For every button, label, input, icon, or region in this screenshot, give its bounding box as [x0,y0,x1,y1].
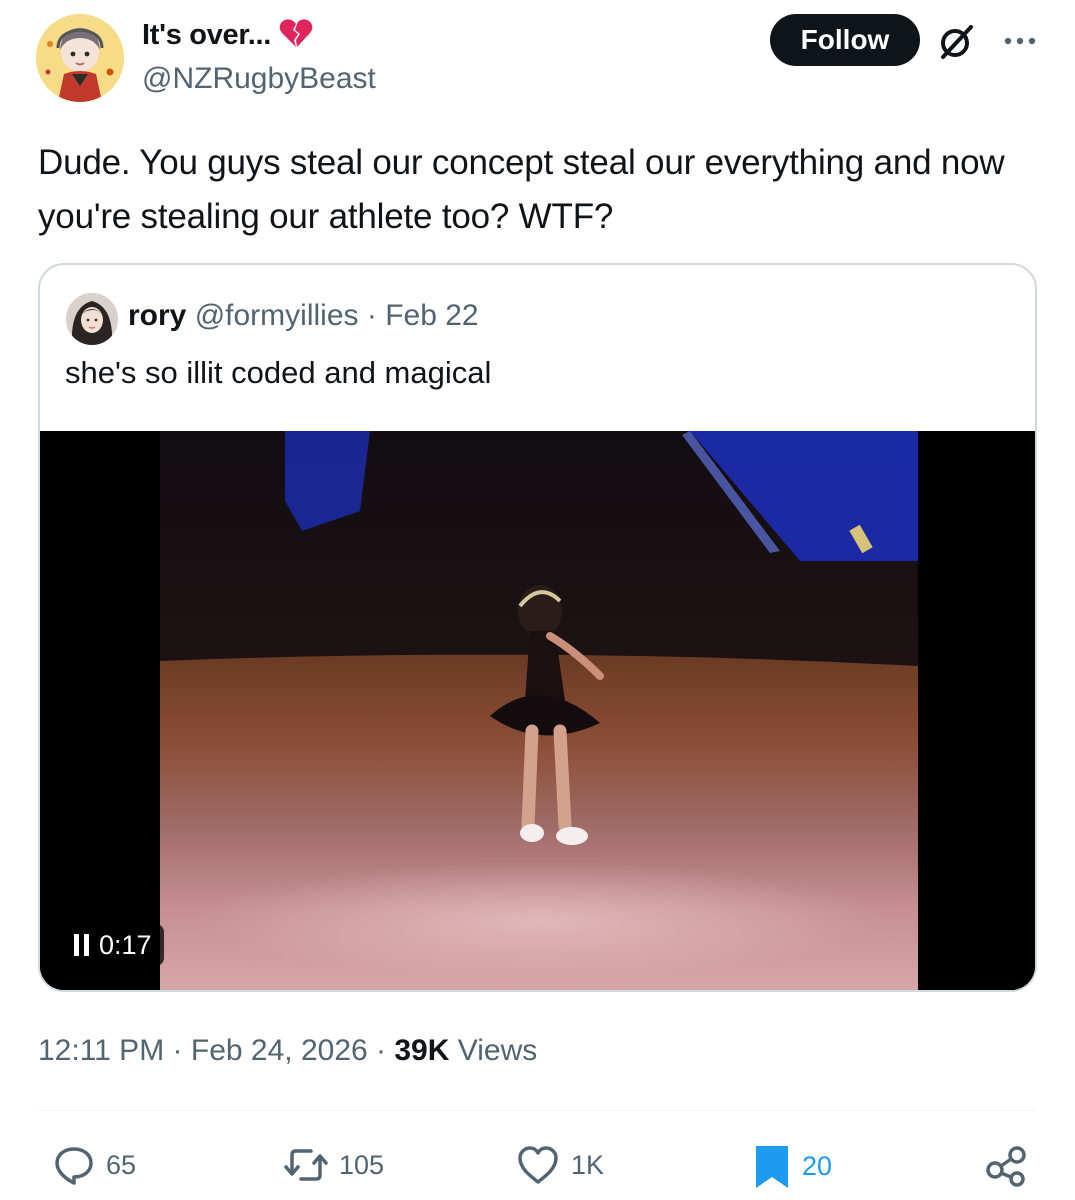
meta-separator: · [376,1034,387,1067]
video-time: 0:17 [99,929,152,960]
bookmark-icon [756,1146,788,1188]
like-button[interactable]: 1K [515,1143,604,1187]
bookmark-count: 20 [802,1150,833,1181]
quote-date[interactable]: Feb 22 [385,299,478,332]
divider [38,1110,1037,1111]
tweet-text: Dude. You guys steal our concept steal o… [38,143,1005,236]
reply-icon [55,1147,93,1185]
author-display-name[interactable]: It's over... [142,19,271,52]
reply-count: 65 [106,1149,137,1180]
author-handle[interactable]: @NZRugbyBeast [142,62,376,96]
grok-icon[interactable] [936,22,976,62]
views-label: Views [457,1034,538,1067]
follow-button[interactable]: Follow [770,14,920,66]
video-frame [40,431,1035,990]
repost-icon [284,1149,328,1181]
like-count: 1K [571,1149,605,1180]
quote-text: she's so illit coded and magical [65,355,492,390]
more-icon[interactable] [1000,26,1040,56]
tweet-meta: 12:11 PM · Feb 24, 2026 · 39K Views [38,1034,537,1068]
like-icon [518,1146,558,1184]
quote-separator: · [366,299,377,332]
views-count: 39K [394,1034,450,1067]
share-icon [986,1146,1026,1187]
author-avatar[interactable] [36,14,124,102]
bookmark-button[interactable]: 20 [752,1143,832,1189]
quote-header: rory @formyillies · Feb 22 [128,299,479,333]
quote-author-handle[interactable]: @formyillies [195,299,359,332]
video-player[interactable]: 0:17 [40,431,1035,990]
tweet-time[interactable]: 12:11 PM [38,1034,164,1067]
author-name-row: It's over... [142,18,313,53]
share-button[interactable] [984,1143,1028,1187]
heartbreak-icon [279,18,313,53]
video-timer[interactable]: 0:17 [62,924,164,966]
quote-author-avatar[interactable] [66,293,118,345]
repost-count: 105 [339,1149,385,1180]
repost-button[interactable]: 105 [283,1143,384,1187]
quote-author-name[interactable]: rory [128,299,186,332]
quoted-tweet-card[interactable]: rory @formyillies · Feb 22 she's so illi… [38,263,1037,992]
pause-icon[interactable] [74,934,89,956]
meta-separator: · [172,1034,183,1067]
tweet-date[interactable]: Feb 24, 2026 [191,1034,368,1067]
reply-button[interactable]: 65 [52,1143,136,1187]
